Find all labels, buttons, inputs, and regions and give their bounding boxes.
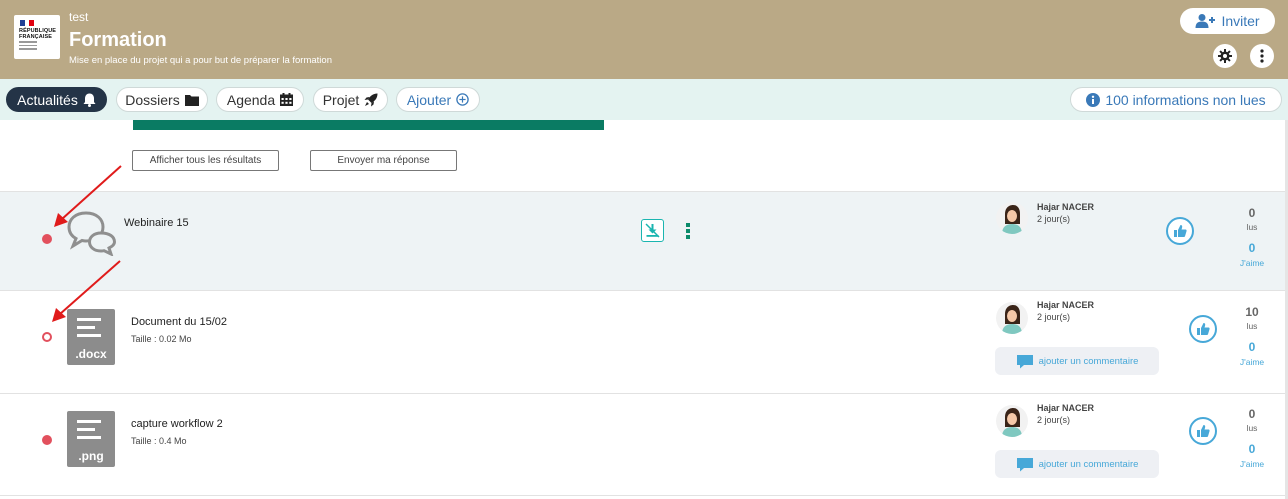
project-description: Mise en place du projet qui a pour but d… <box>69 55 332 66</box>
read-dot <box>42 332 52 342</box>
tab-label: Ajouter <box>406 91 452 108</box>
add-comment-label: ajouter un commentaire <box>1038 355 1139 367</box>
download-disabled-icon <box>645 223 660 238</box>
author-avatar <box>996 405 1028 437</box>
author-avatar <box>996 202 1028 234</box>
send-answer-button[interactable]: Envoyer ma réponse <box>310 150 457 171</box>
thumbs-up-icon <box>1197 323 1210 335</box>
likes-label: J'aime <box>1239 459 1265 469</box>
tab-label: Actualités <box>17 91 78 108</box>
tab-label: Dossiers <box>125 91 180 108</box>
tab-projet[interactable]: Projet <box>313 87 388 112</box>
likes-count: 0 <box>1248 442 1256 456</box>
gear-icon <box>1218 49 1232 63</box>
rocket-icon <box>364 93 378 106</box>
unread-informations-button[interactable]: 100 informations non lues <box>1070 87 1282 112</box>
author-avatar <box>996 302 1028 334</box>
likes-label: J'aime <box>1239 357 1265 367</box>
discussion-bubbles-icon <box>67 211 117 256</box>
author-name: Hajar NACER <box>1037 300 1095 310</box>
tab-dossiers[interactable]: Dossiers <box>116 87 208 112</box>
likes-count: 0 <box>1248 241 1256 255</box>
unread-count-label: 100 informations non lues <box>1105 91 1266 108</box>
add-comment-label: ajouter un commentaire <box>1038 458 1139 470</box>
add-comment-button[interactable]: ajouter un commentaire <box>995 347 1159 375</box>
vertical-dots-icon <box>686 223 690 239</box>
info-icon <box>1086 92 1101 107</box>
post-time: 2 jour(s) <box>1037 415 1071 425</box>
feed-item-title: Webinaire 15 <box>124 217 189 229</box>
settings-button[interactable] <box>1213 44 1237 68</box>
author-name: Hajar NACER <box>1037 202 1095 212</box>
reads-label: lus <box>1246 423 1258 433</box>
feed-item-capture[interactable]: .png capture workflow 2 Taille : 0.4 Mo … <box>0 393 1286 496</box>
like-button[interactable] <box>1189 315 1217 343</box>
no-download-button[interactable] <box>641 219 664 242</box>
poll-result-bar <box>133 120 604 130</box>
reads-count: 0 <box>1248 206 1256 220</box>
likes-label: J'aime <box>1239 258 1265 268</box>
plus-circle-icon <box>456 93 469 106</box>
tab-agenda[interactable]: Agenda <box>216 87 304 112</box>
add-comment-button[interactable]: ajouter un commentaire <box>995 450 1159 478</box>
vertical-dots-icon <box>1260 49 1264 63</box>
thumbs-up-icon <box>1197 425 1210 437</box>
item-options-button[interactable] <box>685 221 691 241</box>
docx-file-icon: .docx <box>67 309 115 365</box>
post-time: 2 jour(s) <box>1037 312 1071 322</box>
unread-dot <box>42 234 52 244</box>
add-user-icon <box>1195 14 1216 28</box>
file-size: Taille : 0.4 Mo <box>131 436 187 446</box>
like-button[interactable] <box>1189 417 1217 445</box>
author-name: Hajar NACER <box>1037 403 1095 413</box>
invite-label: Inviter <box>1221 13 1260 29</box>
invite-button[interactable]: Inviter <box>1180 8 1275 34</box>
likes-count: 0 <box>1248 340 1256 354</box>
feed-item-document[interactable]: .docx Document du 15/02 Taille : 0.02 Mo… <box>0 290 1286 393</box>
tab-ajouter[interactable]: Ajouter <box>396 87 480 112</box>
reads-count: 0 <box>1248 407 1256 421</box>
like-button[interactable] <box>1166 217 1194 245</box>
reads-count: 10 <box>1245 305 1259 319</box>
navigation-bar: Actualités Dossiers Agenda Projet Ajoute… <box>0 79 1288 120</box>
tab-label: Projet <box>322 91 360 108</box>
more-options-button[interactable] <box>1250 44 1274 68</box>
project-title: Formation <box>69 29 167 51</box>
post-time: 2 jour(s) <box>1037 214 1071 224</box>
png-file-icon: .png <box>67 411 115 467</box>
comment-icon <box>1016 457 1033 471</box>
show-results-button[interactable]: Afficher tous les résultats <box>132 150 279 171</box>
project-subtitle: test <box>69 10 89 24</box>
reads-label: lus <box>1246 222 1258 232</box>
thumbs-up-icon <box>1174 225 1187 237</box>
feed-item-title: capture workflow 2 <box>131 418 223 430</box>
file-size: Taille : 0.02 Mo <box>131 334 192 344</box>
republique-francaise-logo: RÉPUBLIQUE FRANÇAISE <box>14 15 60 59</box>
feed-item-webinaire[interactable]: Webinaire 15 Hajar NACER 2 jour(s) 0 lus… <box>0 191 1286 290</box>
folder-icon <box>184 94 199 106</box>
tab-actualites[interactable]: Actualités <box>6 87 107 112</box>
calendar-icon <box>280 93 294 106</box>
reads-label: lus <box>1246 321 1258 331</box>
bell-icon <box>83 93 96 107</box>
comment-icon <box>1016 354 1033 368</box>
tab-label: Agenda <box>226 91 276 108</box>
unread-dot <box>42 435 52 445</box>
project-header: RÉPUBLIQUE FRANÇAISE test Formation Mise … <box>0 0 1288 79</box>
feed-item-title: Document du 15/02 <box>131 316 228 328</box>
